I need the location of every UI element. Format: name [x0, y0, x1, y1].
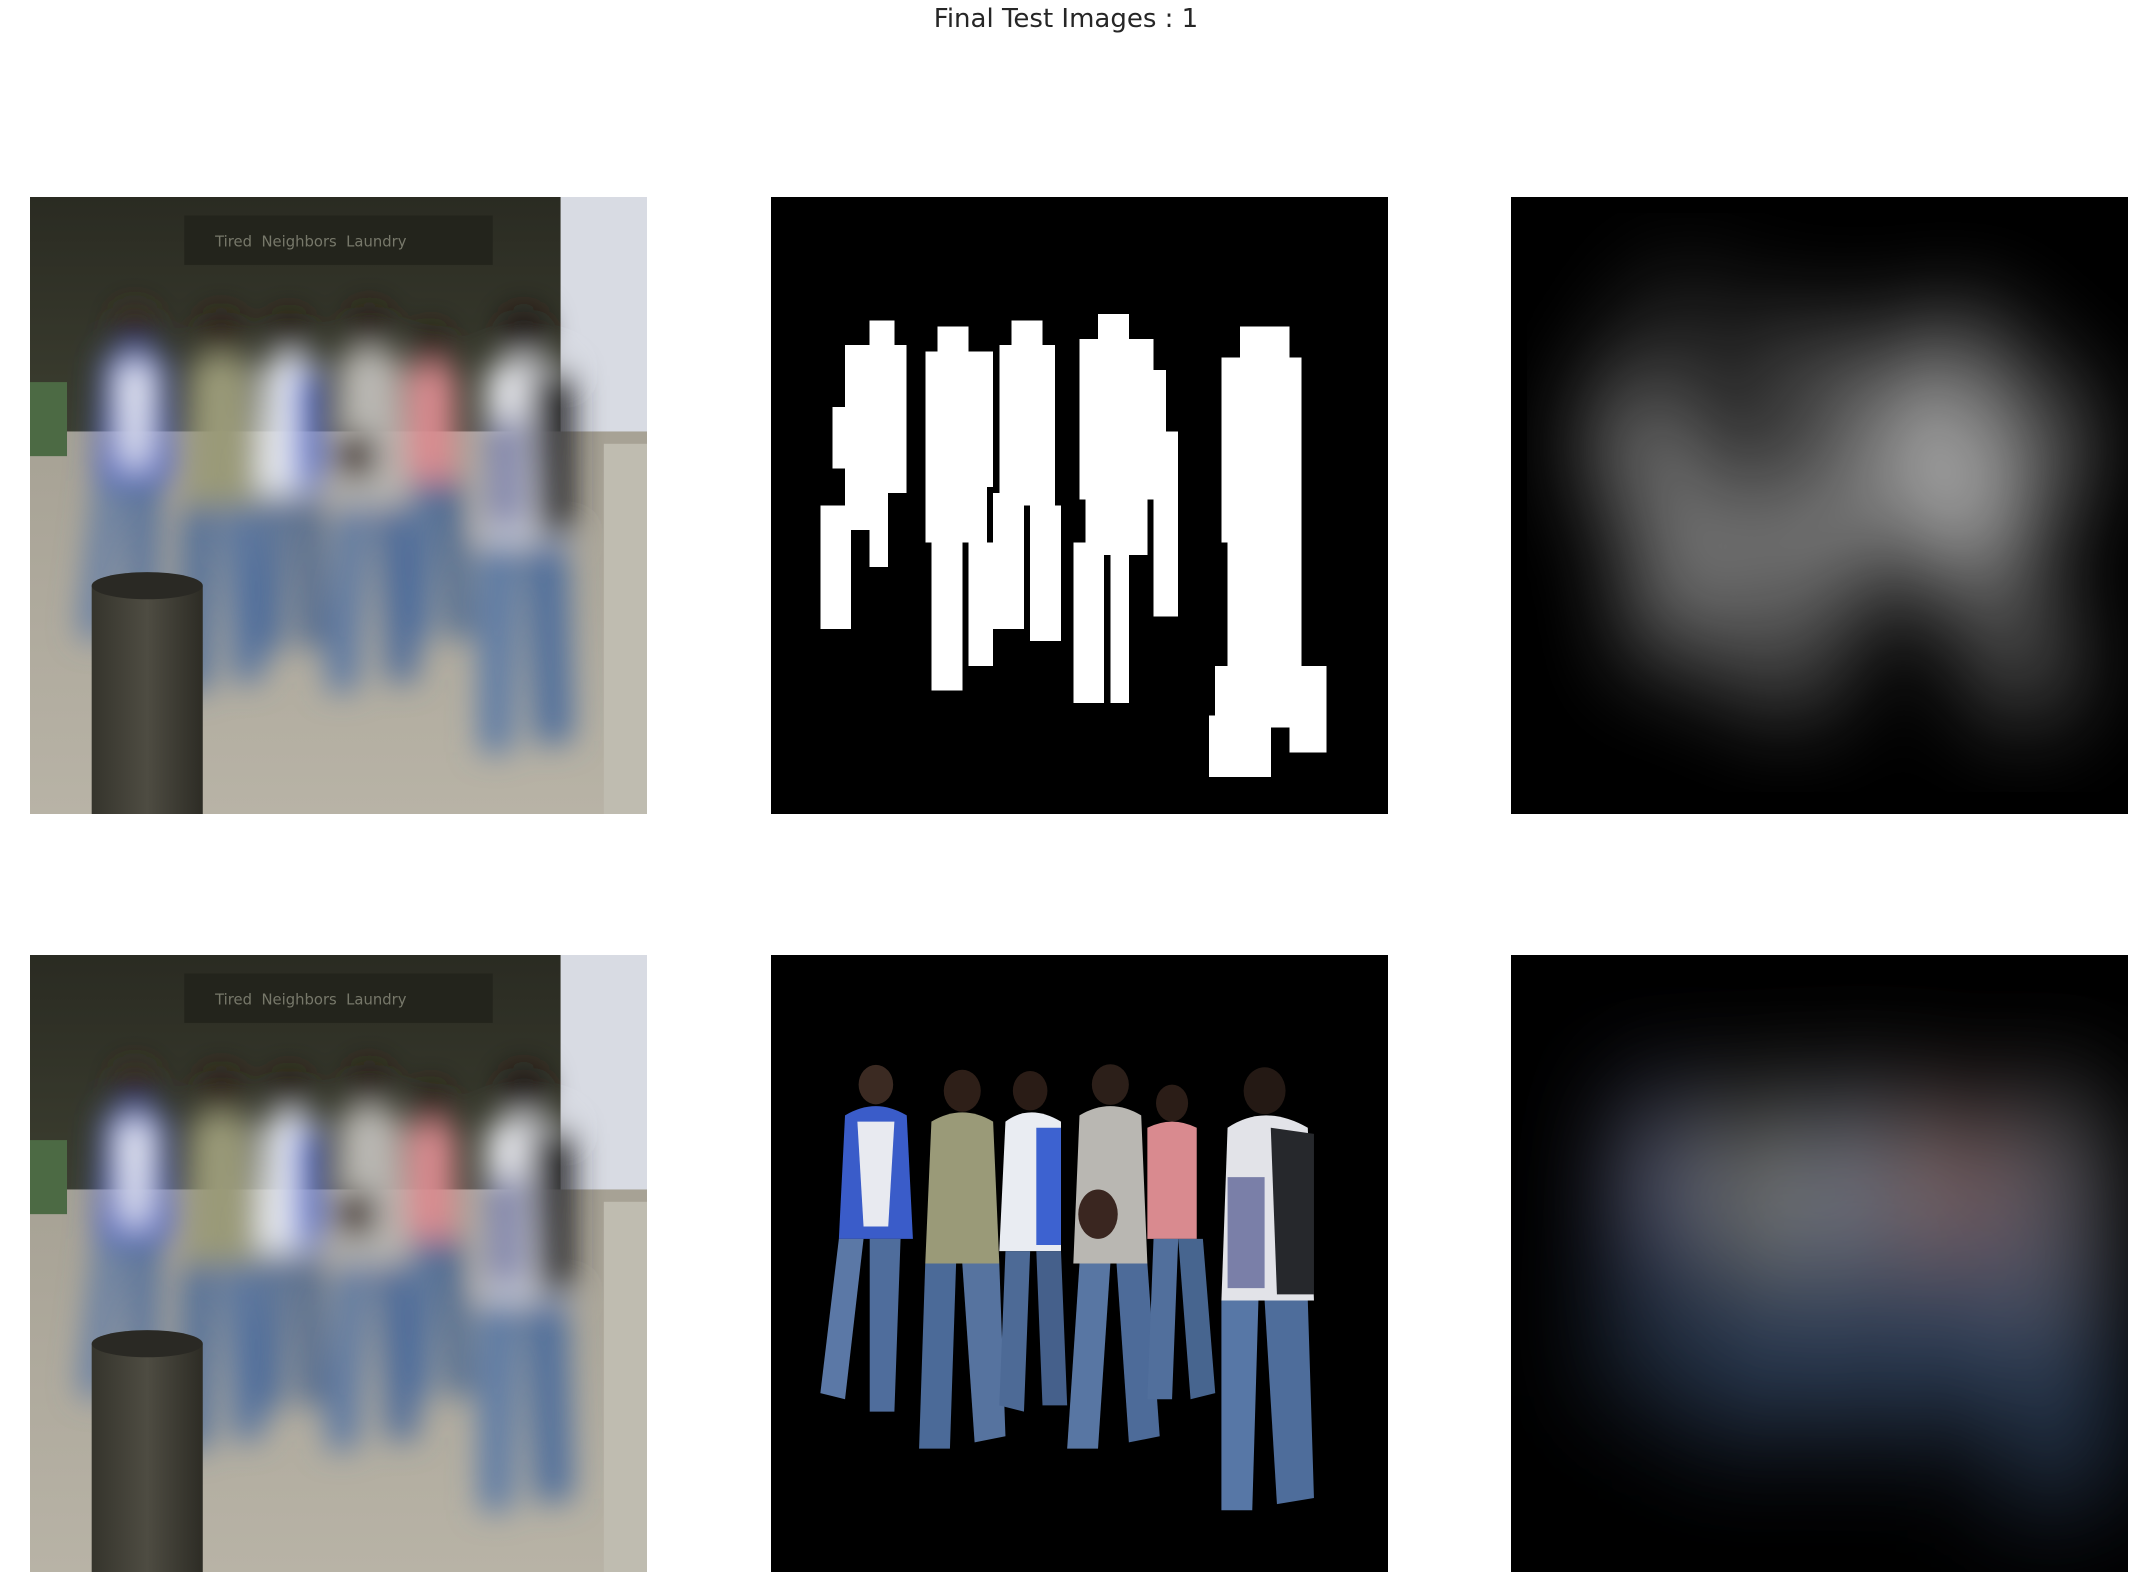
ground-truth-masked-photo — [771, 955, 1388, 1572]
predicted-mask-panel — [1511, 197, 2128, 814]
input-photo: Tired Neighbors Laundry — [30, 955, 647, 1572]
figure-title: Final Test Images : 1 — [933, 4, 1199, 34]
ground-truth-mask-panel — [771, 197, 1388, 814]
input-photo: Tired Neighbors Laundry — [30, 197, 647, 814]
predicted-masked-photo — [1511, 955, 2128, 1572]
input-image-panel-top: Tired Neighbors Laundry — [30, 197, 647, 814]
ground-truth-masked-photo-panel — [771, 955, 1388, 1572]
predicted-masked-photo-panel — [1511, 955, 2128, 1572]
svg-text:Tired Neighbors Laundry: Tired Neighbors Laundry — [214, 991, 407, 1008]
predicted-mask — [1511, 197, 2128, 814]
svg-text:Tired Neighbors Laundry: Tired Neighbors Laundry — [214, 233, 407, 250]
input-image-panel-bottom: Tired Neighbors Laundry — [30, 955, 647, 1572]
ground-truth-mask — [771, 197, 1388, 814]
